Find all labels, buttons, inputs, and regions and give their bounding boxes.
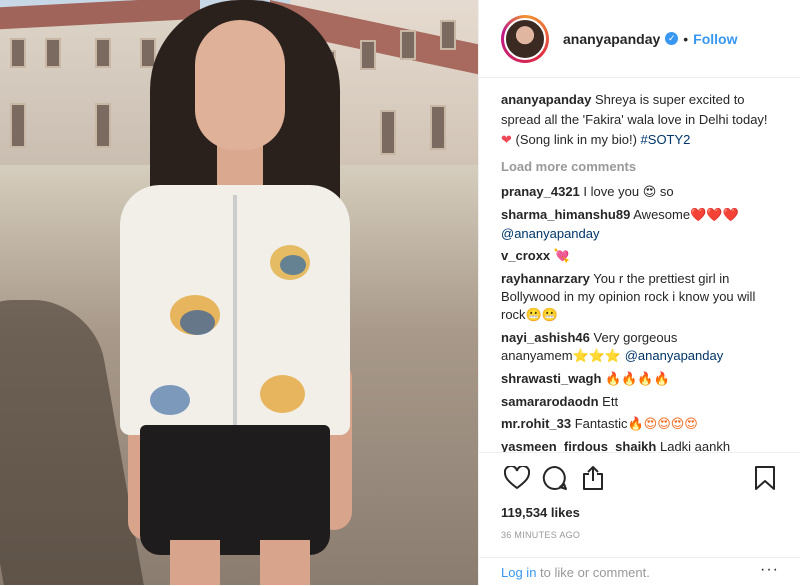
mention-link[interactable]: @ananyapanday xyxy=(625,348,724,363)
post-timestamp[interactable]: 36 MINUTES AGO xyxy=(501,530,781,540)
comment-text: I love you xyxy=(583,184,640,199)
load-more-comments-button[interactable]: Load more comments xyxy=(501,157,781,177)
comment-emoji: ⭐⭐⭐ xyxy=(572,349,622,364)
comments-list[interactable]: ananyapanday Shreya is super excited to … xyxy=(479,78,800,452)
follow-button[interactable]: Follow xyxy=(693,31,737,47)
comment-item: v_croxx 💘 xyxy=(501,247,781,266)
comment-emoji: 😬😬 xyxy=(525,308,558,323)
action-bar xyxy=(501,453,781,503)
comment-emoji: 😍 xyxy=(642,185,657,200)
share-icon[interactable] xyxy=(577,462,609,494)
comment-item: samararodaodn Ett xyxy=(501,393,781,411)
comment-emoji: 🔥🔥🔥🔥 xyxy=(605,372,670,387)
comment-username[interactable]: samararodaodn xyxy=(501,394,599,409)
post-photo[interactable] xyxy=(0,0,478,585)
comment-item: pranay_4321 I love you 😍 so xyxy=(501,183,781,202)
likes-count[interactable]: 119,534 likes xyxy=(501,505,781,520)
comment-username[interactable]: mr.rohit_33 xyxy=(501,416,571,431)
comment-username[interactable]: pranay_4321 xyxy=(501,184,580,199)
person-figure xyxy=(110,0,370,585)
post-footer: 119,534 likes 36 MINUTES AGO Log in to l… xyxy=(479,452,800,585)
more-options-icon[interactable]: ··· xyxy=(760,561,779,586)
comment-emoji: 💘 xyxy=(553,249,570,264)
heart-emoji: ❤ xyxy=(501,133,512,148)
comment-text: so xyxy=(659,184,674,199)
comment-item: yasmeen_firdous_shaikh Ladki aankh xyxy=(501,438,781,452)
post-side-panel: ananyapanday ✓ • Follow ananyapanday Shr… xyxy=(478,0,800,585)
login-prompt-text: to like or comment. xyxy=(540,565,650,580)
instagram-post: ananyapanday ✓ • Follow ananyapanday Shr… xyxy=(0,0,800,585)
comment-item: nayi_ashish46 Very gorgeous ananyamem⭐⭐⭐… xyxy=(501,329,781,366)
caption: ananyapanday Shreya is super excited to … xyxy=(501,90,781,151)
comment-emoji: 🔥😍😍😍😍 xyxy=(627,417,698,432)
comment-username[interactable]: sharma_himanshu89 xyxy=(501,207,630,222)
story-ring[interactable] xyxy=(501,14,549,63)
comment-username[interactable]: v_croxx xyxy=(501,248,550,263)
avatar[interactable] xyxy=(504,17,546,60)
login-link[interactable]: Log in xyxy=(501,565,536,586)
comment-item: mr.rohit_33 Fantastic🔥😍😍😍😍 xyxy=(501,415,781,434)
comment-item: shrawasti_wagh 🔥🔥🔥🔥 xyxy=(501,370,781,389)
verified-badge-icon: ✓ xyxy=(665,32,679,45)
separator-dot: • xyxy=(683,30,689,47)
comment-text: Fantastic xyxy=(574,416,628,431)
comment-username[interactable]: shrawasti_wagh xyxy=(501,371,601,386)
header-username[interactable]: ananyapanday xyxy=(563,31,660,47)
comment-username[interactable]: rayhannarzary xyxy=(501,271,590,286)
comment-item: sharma_himanshu89 Awesome❤️❤️❤️ @ananyap… xyxy=(501,206,781,243)
comment-bubble-icon[interactable] xyxy=(539,462,571,494)
bookmark-icon[interactable] xyxy=(749,462,781,494)
caption-username[interactable]: ananyapanday xyxy=(501,92,591,107)
login-prompt: Log in to like or comment. ··· xyxy=(479,557,800,586)
heart-outline-icon[interactable] xyxy=(501,462,533,494)
comment-text: Awesome xyxy=(633,207,691,222)
comment-item: rayhannarzary You r the prettiest girl i… xyxy=(501,270,781,325)
caption-text-after: (Song link in my bio!) xyxy=(515,132,637,147)
mention-link[interactable]: @ananyapanday xyxy=(501,226,600,241)
comment-text: Ladki aankh xyxy=(659,439,731,452)
comment-username[interactable]: yasmeen_firdous_shaikh xyxy=(501,439,656,452)
comment-text: Ett xyxy=(602,394,619,409)
hashtag-link[interactable]: #SOTY2 xyxy=(641,132,691,147)
comment-emoji: ❤️❤️❤️ xyxy=(690,208,739,223)
comment-username[interactable]: nayi_ashish46 xyxy=(501,330,590,345)
post-header: ananyapanday ✓ • Follow xyxy=(479,0,800,78)
